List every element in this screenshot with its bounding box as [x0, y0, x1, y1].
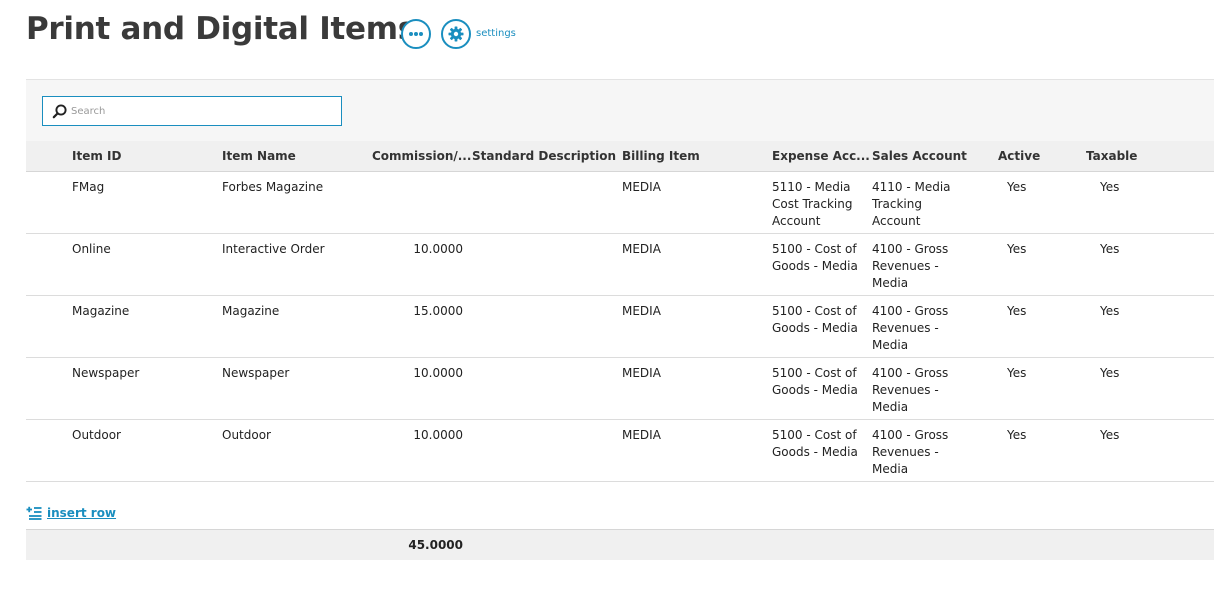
table-row[interactable]: Online Interactive Order 10.0000 MEDIA 5…	[26, 234, 1214, 296]
cell-item-name[interactable]: Newspaper	[222, 365, 289, 382]
cell-expense-account[interactable]: 5100 - Cost of Goods - Media	[772, 365, 867, 399]
cell-expense-account[interactable]: 5110 - Media Cost Tracking Account	[772, 179, 867, 230]
gear-icon	[448, 26, 464, 42]
cell-item-id[interactable]: Magazine	[72, 303, 129, 320]
cell-sales-account[interactable]: 4110 - Media Tracking Account	[872, 179, 967, 230]
cell-taxable[interactable]: Yes	[1100, 241, 1119, 258]
table-row[interactable]: Newspaper Newspaper 10.0000 MEDIA 5100 -…	[26, 358, 1214, 420]
cell-taxable[interactable]: Yes	[1100, 179, 1119, 196]
table-header: Item ID Item Name Commission/... Standar…	[26, 141, 1214, 172]
table-row[interactable]: Outdoor Outdoor 10.0000 MEDIA 5100 - Cos…	[26, 420, 1214, 482]
cell-sales-account[interactable]: 4100 - Gross Revenues - Media	[872, 365, 967, 416]
cell-sales-account[interactable]: 4100 - Gross Revenues - Media	[872, 303, 967, 354]
cell-commission[interactable]: 10.0000	[372, 241, 463, 258]
settings-link[interactable]: settings	[476, 28, 516, 39]
cell-active[interactable]: Yes	[1007, 303, 1026, 320]
cell-taxable[interactable]: Yes	[1100, 427, 1119, 444]
cell-item-id[interactable]: Outdoor	[72, 427, 121, 444]
column-header-item-name[interactable]: Item Name	[222, 149, 296, 163]
search-icon	[52, 103, 68, 119]
insert-row-label[interactable]: insert row	[47, 506, 116, 520]
total-commission: 45.0000	[408, 538, 463, 552]
page-title: Print and Digital Items	[26, 11, 416, 47]
cell-expense-account[interactable]: 5100 - Cost of Goods - Media	[772, 303, 867, 337]
cell-item-id[interactable]: Newspaper	[72, 365, 139, 382]
more-actions-button[interactable]	[401, 19, 431, 49]
cell-sales-account[interactable]: 4100 - Gross Revenues - Media	[872, 241, 967, 292]
cell-taxable[interactable]: Yes	[1100, 303, 1119, 320]
column-header-sales-account[interactable]: Sales Account	[872, 149, 967, 163]
cell-active[interactable]: Yes	[1007, 241, 1026, 258]
cell-taxable[interactable]: Yes	[1100, 365, 1119, 382]
cell-item-name[interactable]: Outdoor	[222, 427, 271, 444]
cell-billing-item[interactable]: MEDIA	[622, 365, 661, 382]
column-header-item-id[interactable]: Item ID	[72, 149, 121, 163]
cell-billing-item[interactable]: MEDIA	[622, 303, 661, 320]
column-header-standard-description[interactable]: Standard Description	[472, 149, 616, 163]
cell-active[interactable]: Yes	[1007, 365, 1026, 382]
totals-row: 45.0000	[26, 529, 1214, 560]
column-header-commission[interactable]: Commission/...	[372, 149, 471, 163]
cell-item-name[interactable]: Interactive Order	[222, 241, 325, 258]
cell-item-id[interactable]: FMag	[72, 179, 104, 196]
cell-item-name[interactable]: Magazine	[222, 303, 279, 320]
cell-item-id[interactable]: Online	[72, 241, 111, 258]
table-row[interactable]: Magazine Magazine 15.0000 MEDIA 5100 - C…	[26, 296, 1214, 358]
column-header-active[interactable]: Active	[998, 149, 1040, 163]
column-header-taxable[interactable]: Taxable	[1086, 149, 1137, 163]
items-table: Item ID Item Name Commission/... Standar…	[26, 141, 1214, 482]
search-input[interactable]	[71, 105, 331, 117]
column-header-expense-account[interactable]: Expense Acc...	[772, 149, 870, 163]
insert-row-button[interactable]: insert row	[26, 506, 116, 520]
search-field[interactable]	[42, 96, 342, 126]
cell-billing-item[interactable]: MEDIA	[622, 179, 661, 196]
cell-billing-item[interactable]: MEDIA	[622, 427, 661, 444]
cell-active[interactable]: Yes	[1007, 427, 1026, 444]
cell-item-name[interactable]: Forbes Magazine	[222, 179, 323, 196]
cell-commission[interactable]: 10.0000	[372, 427, 463, 444]
more-icon	[409, 32, 423, 36]
cell-commission[interactable]: 15.0000	[372, 303, 463, 320]
table-row[interactable]: FMag Forbes Magazine MEDIA 5110 - Media …	[26, 172, 1214, 234]
cell-expense-account[interactable]: 5100 - Cost of Goods - Media	[772, 241, 867, 275]
search-panel	[26, 79, 1214, 141]
settings-button[interactable]	[441, 19, 471, 49]
cell-active[interactable]: Yes	[1007, 179, 1026, 196]
insert-row-icon	[26, 506, 42, 520]
cell-billing-item[interactable]: MEDIA	[622, 241, 661, 258]
cell-sales-account[interactable]: 4100 - Gross Revenues - Media	[872, 427, 967, 478]
cell-expense-account[interactable]: 5100 - Cost of Goods - Media	[772, 427, 867, 461]
cell-commission[interactable]: 10.0000	[372, 365, 463, 382]
column-header-billing-item[interactable]: Billing Item	[622, 149, 700, 163]
